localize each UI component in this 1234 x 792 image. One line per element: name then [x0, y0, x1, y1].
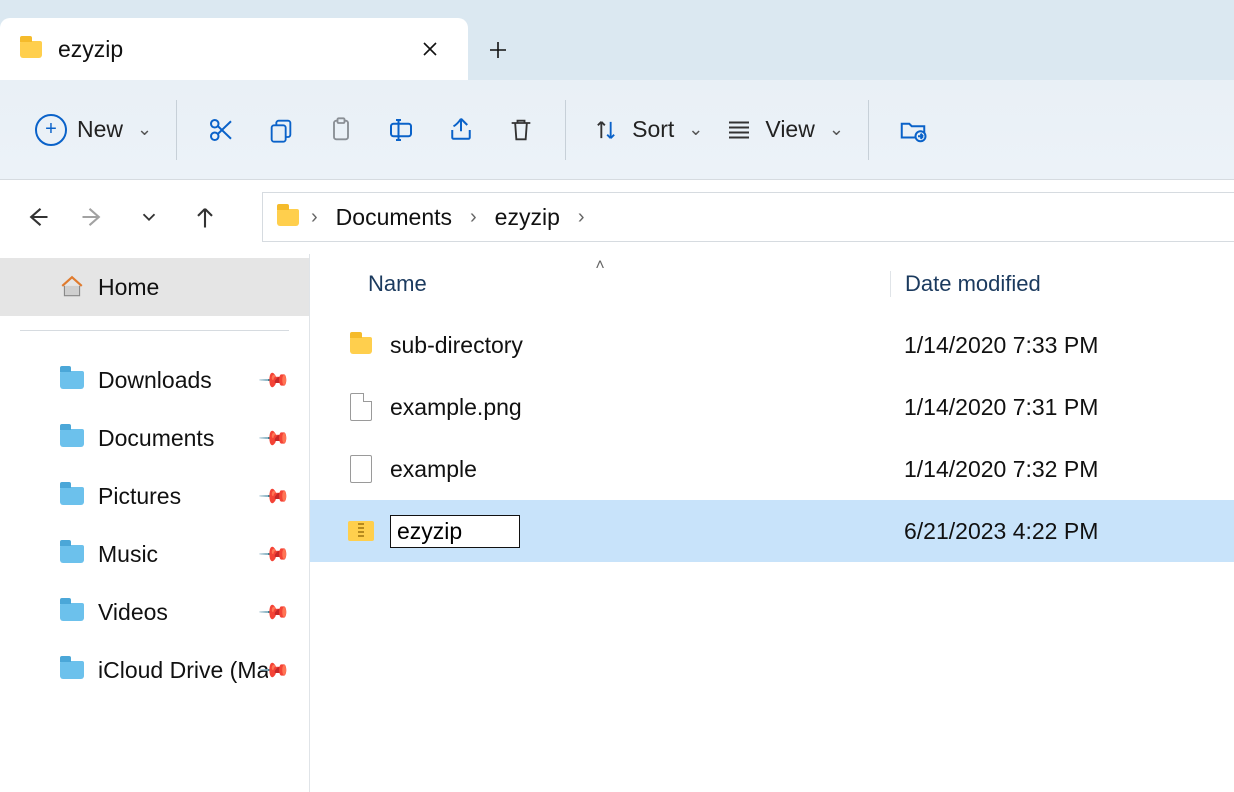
zip-icon — [346, 516, 376, 546]
address-bar[interactable]: › Documents › ezyzip › — [262, 192, 1234, 242]
scissors-icon — [205, 114, 237, 146]
extract-button[interactable] — [883, 100, 929, 160]
chevron-right-icon: › — [578, 206, 585, 229]
rename-button[interactable] — [371, 100, 431, 160]
folder-icon — [58, 598, 86, 626]
sidebar-item-label: Documents — [98, 425, 214, 452]
file-icon — [346, 392, 376, 422]
trash-icon — [505, 114, 537, 146]
file-list: ˄ Name Date modified sub-directory 1/14/… — [310, 254, 1234, 792]
paste-button[interactable] — [311, 100, 371, 160]
sidebar-item-label: Downloads — [98, 367, 212, 394]
tab-title: ezyzip — [58, 36, 396, 63]
paste-icon — [325, 114, 357, 146]
plus-circle-icon: + — [35, 114, 67, 146]
sidebar-item-label: iCloud Drive (Ma — [98, 657, 268, 684]
column-label: Date modified — [905, 271, 1041, 296]
folder-icon — [58, 424, 86, 452]
sidebar: Home Downloads 📌 Documents 📌 Pictures 📌 … — [0, 254, 310, 792]
home-icon — [58, 273, 86, 301]
pin-icon: 📌 — [257, 420, 292, 455]
recent-locations-button[interactable] — [132, 200, 166, 234]
view-button[interactable]: View ⌄ — [713, 100, 854, 160]
pin-icon: 📌 — [257, 536, 292, 571]
cut-button[interactable] — [191, 100, 251, 160]
folder-icon — [58, 540, 86, 568]
delete-button[interactable] — [491, 100, 551, 160]
folder-icon — [58, 366, 86, 394]
sort-label: Sort — [632, 116, 674, 143]
forward-button[interactable] — [76, 200, 110, 234]
sidebar-item-home[interactable]: Home — [0, 258, 309, 316]
up-button[interactable] — [188, 200, 222, 234]
file-date: 1/14/2020 7:32 PM — [890, 456, 1234, 483]
file-row[interactable]: 6/21/2023 4:22 PM — [310, 500, 1234, 562]
folder-icon — [58, 482, 86, 510]
folder-icon — [346, 330, 376, 360]
close-tab-button[interactable] — [412, 31, 448, 67]
sort-ascending-icon: ˄ — [595, 257, 604, 275]
column-header-name[interactable]: ˄ Name — [310, 271, 890, 297]
file-name: example — [390, 456, 477, 483]
sidebar-item-videos[interactable]: Videos 📌 — [0, 583, 309, 641]
window-tab[interactable]: ezyzip — [0, 18, 468, 80]
folder-icon — [277, 209, 299, 226]
sidebar-item-label: Home — [98, 274, 159, 301]
sidebar-item-pictures[interactable]: Pictures 📌 — [0, 467, 309, 525]
chevron-down-icon: ⌄ — [137, 119, 152, 140]
new-label: New — [77, 116, 123, 143]
column-label: Name — [368, 271, 427, 296]
file-date: 1/14/2020 7:33 PM — [890, 332, 1234, 359]
sidebar-item-label: Videos — [98, 599, 168, 626]
file-name: example.png — [390, 394, 522, 421]
file-row[interactable]: sub-directory 1/14/2020 7:33 PM — [310, 314, 1234, 376]
view-icon — [723, 114, 755, 146]
sidebar-item-label: Pictures — [98, 483, 181, 510]
sidebar-item-documents[interactable]: Documents 📌 — [0, 409, 309, 467]
folder-icon — [20, 41, 42, 58]
share-button[interactable] — [431, 100, 491, 160]
chevron-down-icon: ⌄ — [688, 119, 703, 140]
toolbar: + New ⌄ — [0, 80, 1234, 180]
breadcrumb-item[interactable]: ezyzip — [489, 202, 566, 233]
chevron-right-icon: › — [470, 206, 477, 229]
copy-button[interactable] — [251, 100, 311, 160]
new-tab-button[interactable] — [468, 20, 528, 80]
copy-icon — [265, 114, 297, 146]
file-row[interactable]: example.png 1/14/2020 7:31 PM — [310, 376, 1234, 438]
share-icon — [445, 114, 477, 146]
folder-arrow-icon — [897, 114, 929, 146]
chevron-right-icon: › — [311, 206, 318, 229]
file-name: sub-directory — [390, 332, 523, 359]
file-icon — [346, 454, 376, 484]
view-label: View — [765, 116, 814, 143]
sidebar-item-icloud-drive[interactable]: iCloud Drive (Ma 📌 — [0, 641, 309, 699]
pin-icon: 📌 — [257, 594, 292, 629]
sort-icon — [590, 114, 622, 146]
file-date: 6/21/2023 4:22 PM — [890, 518, 1234, 545]
breadcrumb-item[interactable]: Documents — [330, 202, 458, 233]
sort-button[interactable]: Sort ⌄ — [580, 100, 713, 160]
sidebar-item-label: Music — [98, 541, 158, 568]
pin-icon: 📌 — [257, 362, 292, 397]
new-button[interactable]: + New ⌄ — [25, 100, 162, 160]
file-row[interactable]: example 1/14/2020 7:32 PM — [310, 438, 1234, 500]
file-date: 1/14/2020 7:31 PM — [890, 394, 1234, 421]
column-header-date[interactable]: Date modified — [890, 271, 1234, 297]
sidebar-item-downloads[interactable]: Downloads 📌 — [0, 351, 309, 409]
sidebar-item-music[interactable]: Music 📌 — [0, 525, 309, 583]
rename-icon — [385, 114, 417, 146]
rename-input[interactable] — [390, 515, 520, 548]
folder-icon — [58, 656, 86, 684]
back-button[interactable] — [20, 200, 54, 234]
pin-icon: 📌 — [257, 478, 292, 513]
chevron-down-icon: ⌄ — [829, 119, 844, 140]
